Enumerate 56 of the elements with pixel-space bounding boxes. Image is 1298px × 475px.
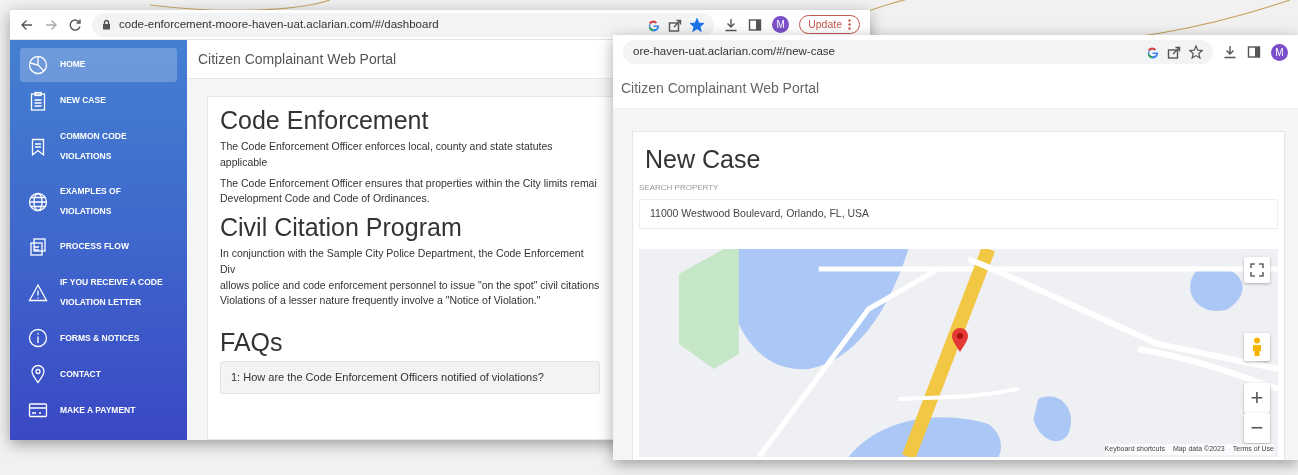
info-icon — [28, 328, 48, 349]
map-pin-icon[interactable] — [951, 326, 969, 353]
person-icon — [1251, 336, 1263, 357]
sidebar-item[interactable]: MAKE A PAYMENT — [20, 393, 177, 428]
share-icon[interactable] — [668, 17, 683, 32]
section-heading: FAQs — [220, 327, 283, 357]
forward-icon — [44, 17, 58, 32]
side-panel-icon[interactable] — [1247, 45, 1261, 59]
documents-icon — [28, 237, 48, 258]
fullscreen-icon — [1250, 262, 1264, 277]
google-icon[interactable] — [1145, 45, 1159, 59]
sidebar-item[interactable]: CONTACT — [20, 357, 177, 392]
download-icon[interactable] — [724, 17, 739, 32]
address-bar[interactable]: code-enforcement-moore-haven-uat.aclarian.com/#/dashboard — [92, 12, 715, 37]
update-button[interactable]: Update — [799, 14, 860, 35]
reload-button[interactable] — [68, 17, 82, 32]
zoom-out-button[interactable]: − — [1244, 412, 1270, 443]
page-title: New Case — [645, 144, 761, 174]
clipboard-icon — [28, 91, 48, 111]
more-icon — [848, 19, 851, 30]
lock-icon — [102, 19, 111, 30]
sidebar-item[interactable]: IF YOU RECEIVE A CODE VIOLATION LETTER — [20, 266, 177, 320]
section-heading: Code Enforcement — [220, 105, 429, 135]
paragraph-line: Violations of a lesser nature frequently involve a "Notice of Violation." — [220, 293, 542, 309]
pie-chart-icon — [28, 55, 48, 75]
faq-item[interactable]: 1: How are the Code Enforcement Officers notified of violations? — [220, 361, 600, 394]
download-icon[interactable] — [1223, 45, 1237, 59]
section-heading: Civil Citation Program — [220, 212, 462, 242]
zoom-in-button[interactable]: + — [1244, 382, 1270, 413]
globe-icon — [28, 191, 48, 212]
sidebar-item[interactable]: FORMS & NOTICES — [20, 321, 177, 356]
sidebar-item[interactable]: PROCESS FLOW — [20, 230, 177, 265]
paragraph-line: The Code Enforcement Officer enforces local, county and state statutes applicable — [220, 139, 554, 170]
address-bar[interactable]: ore-haven-uat.aclarian.com/#/new-case — [623, 40, 1213, 64]
field-label: SEARCH PROPERTY — [639, 182, 720, 194]
search-property-field[interactable]: 11000 Westwood Boulevard, Orlando, FL, USA — [639, 199, 1278, 229]
url-text: ore-haven-uat.aclarian.com/#/new-case — [633, 44, 836, 60]
location-pin-icon — [28, 364, 48, 385]
fullscreen-button[interactable] — [1244, 256, 1270, 283]
star-icon[interactable] — [1189, 45, 1203, 59]
paragraph-line: allows police and code enforcement personnel to issue "on the spot" civil citations — [220, 277, 600, 293]
side-panel-icon[interactable] — [748, 17, 763, 32]
sidebar-item[interactable]: EXAMPLES OF VIOLATIONS — [20, 175, 177, 229]
sidebar-item[interactable]: NEW CASE — [20, 84, 177, 118]
back-icon — [20, 17, 34, 32]
back-button[interactable] — [20, 17, 34, 32]
paragraph-line: Development Code and Code of Ordinances. — [220, 191, 431, 207]
star-icon[interactable] — [690, 17, 705, 32]
reload-icon — [68, 17, 82, 32]
profile-avatar[interactable]: M — [1271, 43, 1288, 61]
share-icon[interactable] — [1167, 45, 1181, 59]
sidebar-item[interactable]: COMMON CODE VIOLATIONS — [20, 120, 177, 174]
profile-avatar[interactable]: M — [772, 16, 790, 33]
url-text: code-enforcement-moore-haven-uat.aclarian.com/#/dashboard — [119, 16, 440, 32]
paragraph-line: The Code Enforcement Officer ensures that properties within the City limits remai — [220, 175, 598, 191]
warning-icon — [28, 282, 48, 303]
